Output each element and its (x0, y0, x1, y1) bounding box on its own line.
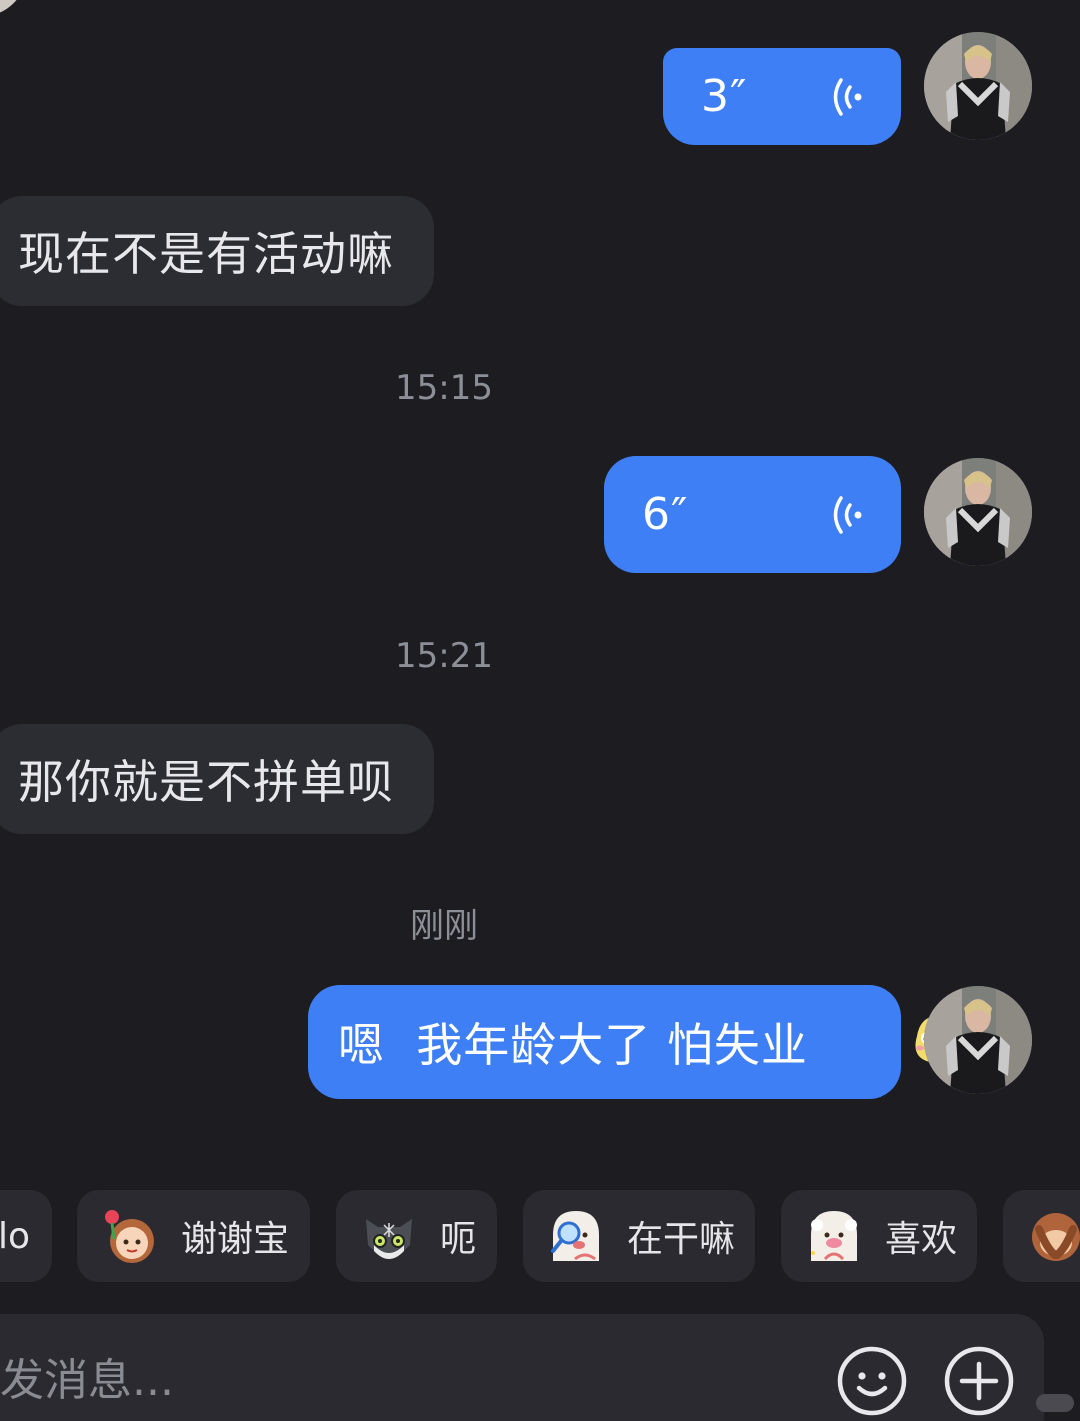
quick-reply-row: lo 谢谢宝 呃 在干嘛 喜欢 (0, 1190, 1080, 1282)
monkey-covering-face-sticker-icon (1025, 1205, 1080, 1267)
quick-reply-label: 呃 (440, 1219, 477, 1260)
voice-wave-icon (829, 495, 865, 535)
voice-message-bubble[interactable]: 6″ (604, 456, 901, 573)
quick-reply-chip[interactable]: 在干嘛 (523, 1190, 755, 1282)
incoming-message-bubble[interactable]: 那你就是不拼单呗 (0, 724, 434, 834)
message-text: 现在不是有活动嘛 (18, 227, 394, 281)
incoming-message-bubble[interactable]: 现在不是有活动嘛 (0, 196, 434, 306)
quick-reply-chip[interactable]: 喜欢 (781, 1190, 977, 1282)
girl-with-rose-sticker-icon (99, 1205, 161, 1267)
magnifier-character-sticker-icon (545, 1205, 607, 1267)
voice-wave-icon (829, 77, 865, 117)
smiley-icon[interactable] (837, 1346, 907, 1416)
quick-reply-chip[interactable]: 谢谢宝 (77, 1190, 310, 1282)
sheep-character-sticker-icon (803, 1205, 865, 1267)
message-text: 那你就是不拼单呗 (18, 755, 394, 809)
voice-duration: 6″ (642, 489, 689, 540)
quick-reply-label: lo (0, 1215, 31, 1257)
voice-message-bubble[interactable]: 3″ (663, 48, 901, 145)
quick-reply-label: 喜欢 (885, 1219, 958, 1260)
cat-sticker-icon (358, 1205, 420, 1267)
quick-reply-chip[interactable]: lo (0, 1190, 52, 1282)
outgoing-message-bubble[interactable]: 嗯 我年龄大了 怕失业 (308, 985, 955, 1099)
my-avatar[interactable] (924, 32, 1032, 140)
message-text: 嗯 我年龄大了 怕失业 (338, 1018, 808, 1072)
chat-screen: 3″ 现在不是有活动嘛 15:15 6″ 15:21 那你就是不拼单呗 刚刚 嗯… (0, 0, 1080, 1421)
app-watermark-logo (1036, 1394, 1074, 1412)
voice-duration: 3″ (701, 71, 748, 122)
message-timestamp: 刚刚 (410, 906, 478, 946)
contact-avatar[interactable] (0, 0, 26, 16)
quick-reply-label: 谢谢宝 (181, 1219, 290, 1260)
quick-reply-label: 在干嘛 (627, 1219, 736, 1260)
my-avatar[interactable] (924, 458, 1032, 566)
message-timestamp: 15:21 (395, 636, 493, 676)
quick-reply-chip[interactable] (1003, 1190, 1080, 1282)
message-input[interactable] (0, 1352, 600, 1408)
my-avatar[interactable] (924, 986, 1032, 1094)
message-timestamp: 15:15 (395, 368, 493, 408)
quick-reply-chip[interactable]: 呃 (336, 1190, 497, 1282)
plus-circle-icon[interactable] (944, 1346, 1014, 1416)
